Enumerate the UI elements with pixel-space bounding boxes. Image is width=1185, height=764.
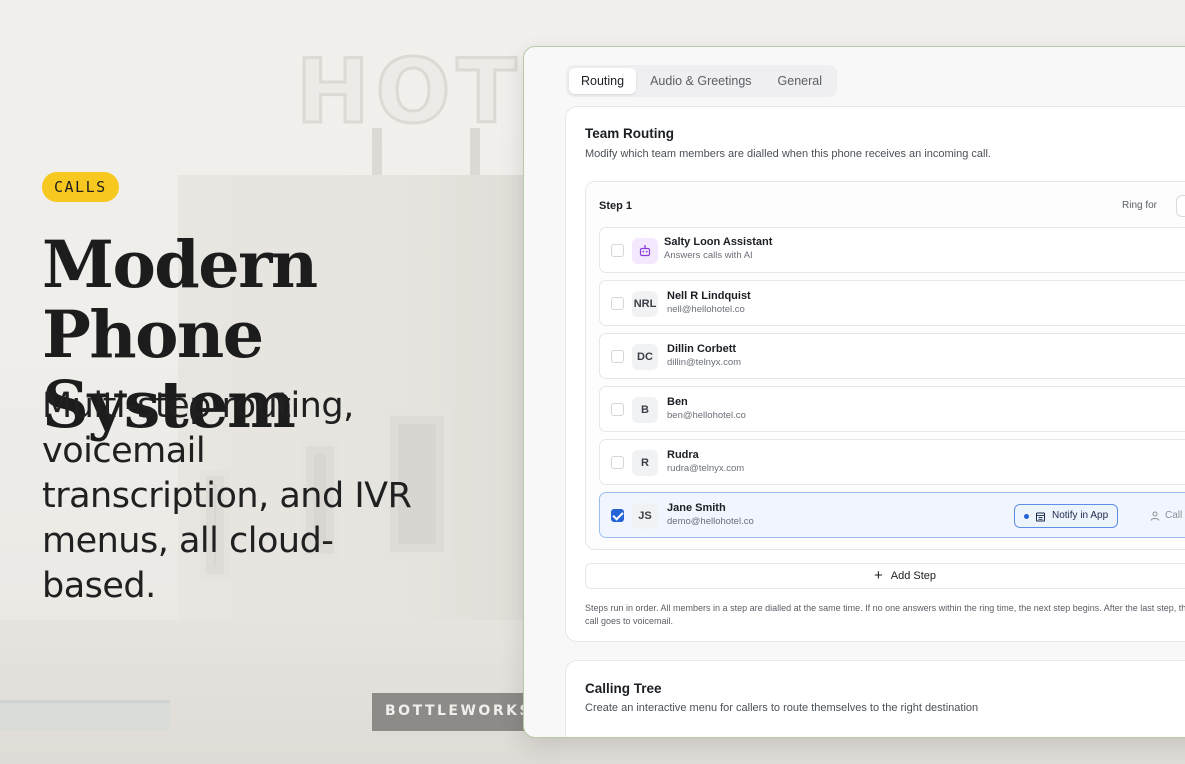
call-label: Call	[1165, 510, 1183, 521]
ring-for-label: Ring for	[1122, 200, 1158, 211]
member-checkbox[interactable]	[611, 403, 624, 416]
avatar: NRL	[632, 291, 658, 317]
calling-tree-card: Calling Tree Create an interactive menu …	[565, 660, 1185, 737]
member-name: Jane Smith	[667, 502, 726, 514]
member-checkbox[interactable]	[611, 456, 624, 469]
call-option[interactable]: Call	[1140, 504, 1185, 528]
step-label: Step 1	[599, 200, 633, 212]
member-row-nell-r-lindquist[interactable]: NRL Nell R Lindquist nell@hellohotel.co	[599, 280, 1185, 326]
calling-tree-title: Calling Tree	[585, 681, 662, 696]
member-checkbox[interactable]	[611, 350, 624, 363]
member-row-ben[interactable]: B Ben ben@hellohotel.co	[599, 386, 1185, 432]
add-step-label: Add Step	[890, 570, 937, 582]
member-row-jane-smith[interactable]: JS Jane Smith demo@hellohotel.co Notify …	[599, 492, 1185, 538]
category-badge: CALLS	[42, 172, 119, 202]
avatar: B	[632, 397, 658, 423]
member-checkbox-checked[interactable]	[611, 509, 624, 522]
plus-icon: +	[873, 566, 883, 584]
member-subtitle: Answers calls with AI	[664, 250, 753, 261]
team-routing-description: Modify which team members are dialled wh…	[585, 148, 991, 160]
avatar: DC	[632, 344, 658, 370]
member-email: ben@hellohotel.co	[667, 410, 746, 421]
avatar: JS	[632, 503, 658, 529]
member-row-dillin-corbett[interactable]: DC Dillin Corbett dillin@telnyx.com	[599, 333, 1185, 379]
step-container: Step 1 Ring for Salty Loon Assistant Ans…	[585, 181, 1185, 550]
hero-subtext: Multi-step routing, voicemail transcript…	[42, 386, 412, 606]
member-name: Nell R Lindquist	[667, 290, 751, 302]
member-name: Rudra	[667, 449, 699, 461]
member-email: demo@hellohotel.co	[667, 516, 754, 527]
team-routing-title: Team Routing	[585, 126, 674, 141]
member-name: Salty Loon Assistant	[664, 236, 773, 248]
routing-help-note: Steps run in order. All members in a ste…	[585, 603, 1185, 626]
ring-for-input[interactable]	[1176, 195, 1185, 217]
member-email: rudra@telnyx.com	[667, 463, 745, 474]
member-email: dillin@telnyx.com	[667, 357, 742, 368]
member-checkbox[interactable]	[611, 244, 624, 257]
calling-tree-description: Create an interactive menu for callers t…	[585, 702, 979, 714]
building-icon	[1036, 512, 1045, 521]
notify-in-app-option[interactable]: Notify in App	[1014, 504, 1119, 528]
member-row-rudra[interactable]: R Rudra rudra@telnyx.com	[599, 439, 1185, 485]
avatar: R	[632, 450, 658, 476]
member-row-salty-loon-assistant[interactable]: Salty Loon Assistant Answers calls with …	[599, 227, 1185, 273]
tab-audio-greetings[interactable]: Audio & Greetings	[638, 68, 763, 94]
member-name: Dillin Corbett	[667, 343, 737, 355]
robot-icon	[639, 245, 651, 257]
person-icon	[1150, 511, 1160, 521]
member-checkbox[interactable]	[611, 297, 624, 310]
member-name: Ben	[667, 396, 688, 408]
tab-routing[interactable]: Routing	[569, 68, 637, 94]
add-step-button[interactable]: + Add Step	[585, 563, 1185, 589]
tab-general[interactable]: General	[766, 68, 834, 94]
member-email: nell@hellohotel.co	[667, 304, 745, 315]
avatar	[632, 238, 658, 264]
settings-tabs: Routing Audio & Greetings General	[566, 65, 838, 97]
settings-window: Routing Audio & Greetings General Team R…	[523, 46, 1185, 738]
selected-dot-icon	[1024, 513, 1029, 519]
notify-label: Notify in App	[1052, 510, 1109, 521]
team-routing-card: Team Routing Modify which team members a…	[565, 106, 1185, 642]
